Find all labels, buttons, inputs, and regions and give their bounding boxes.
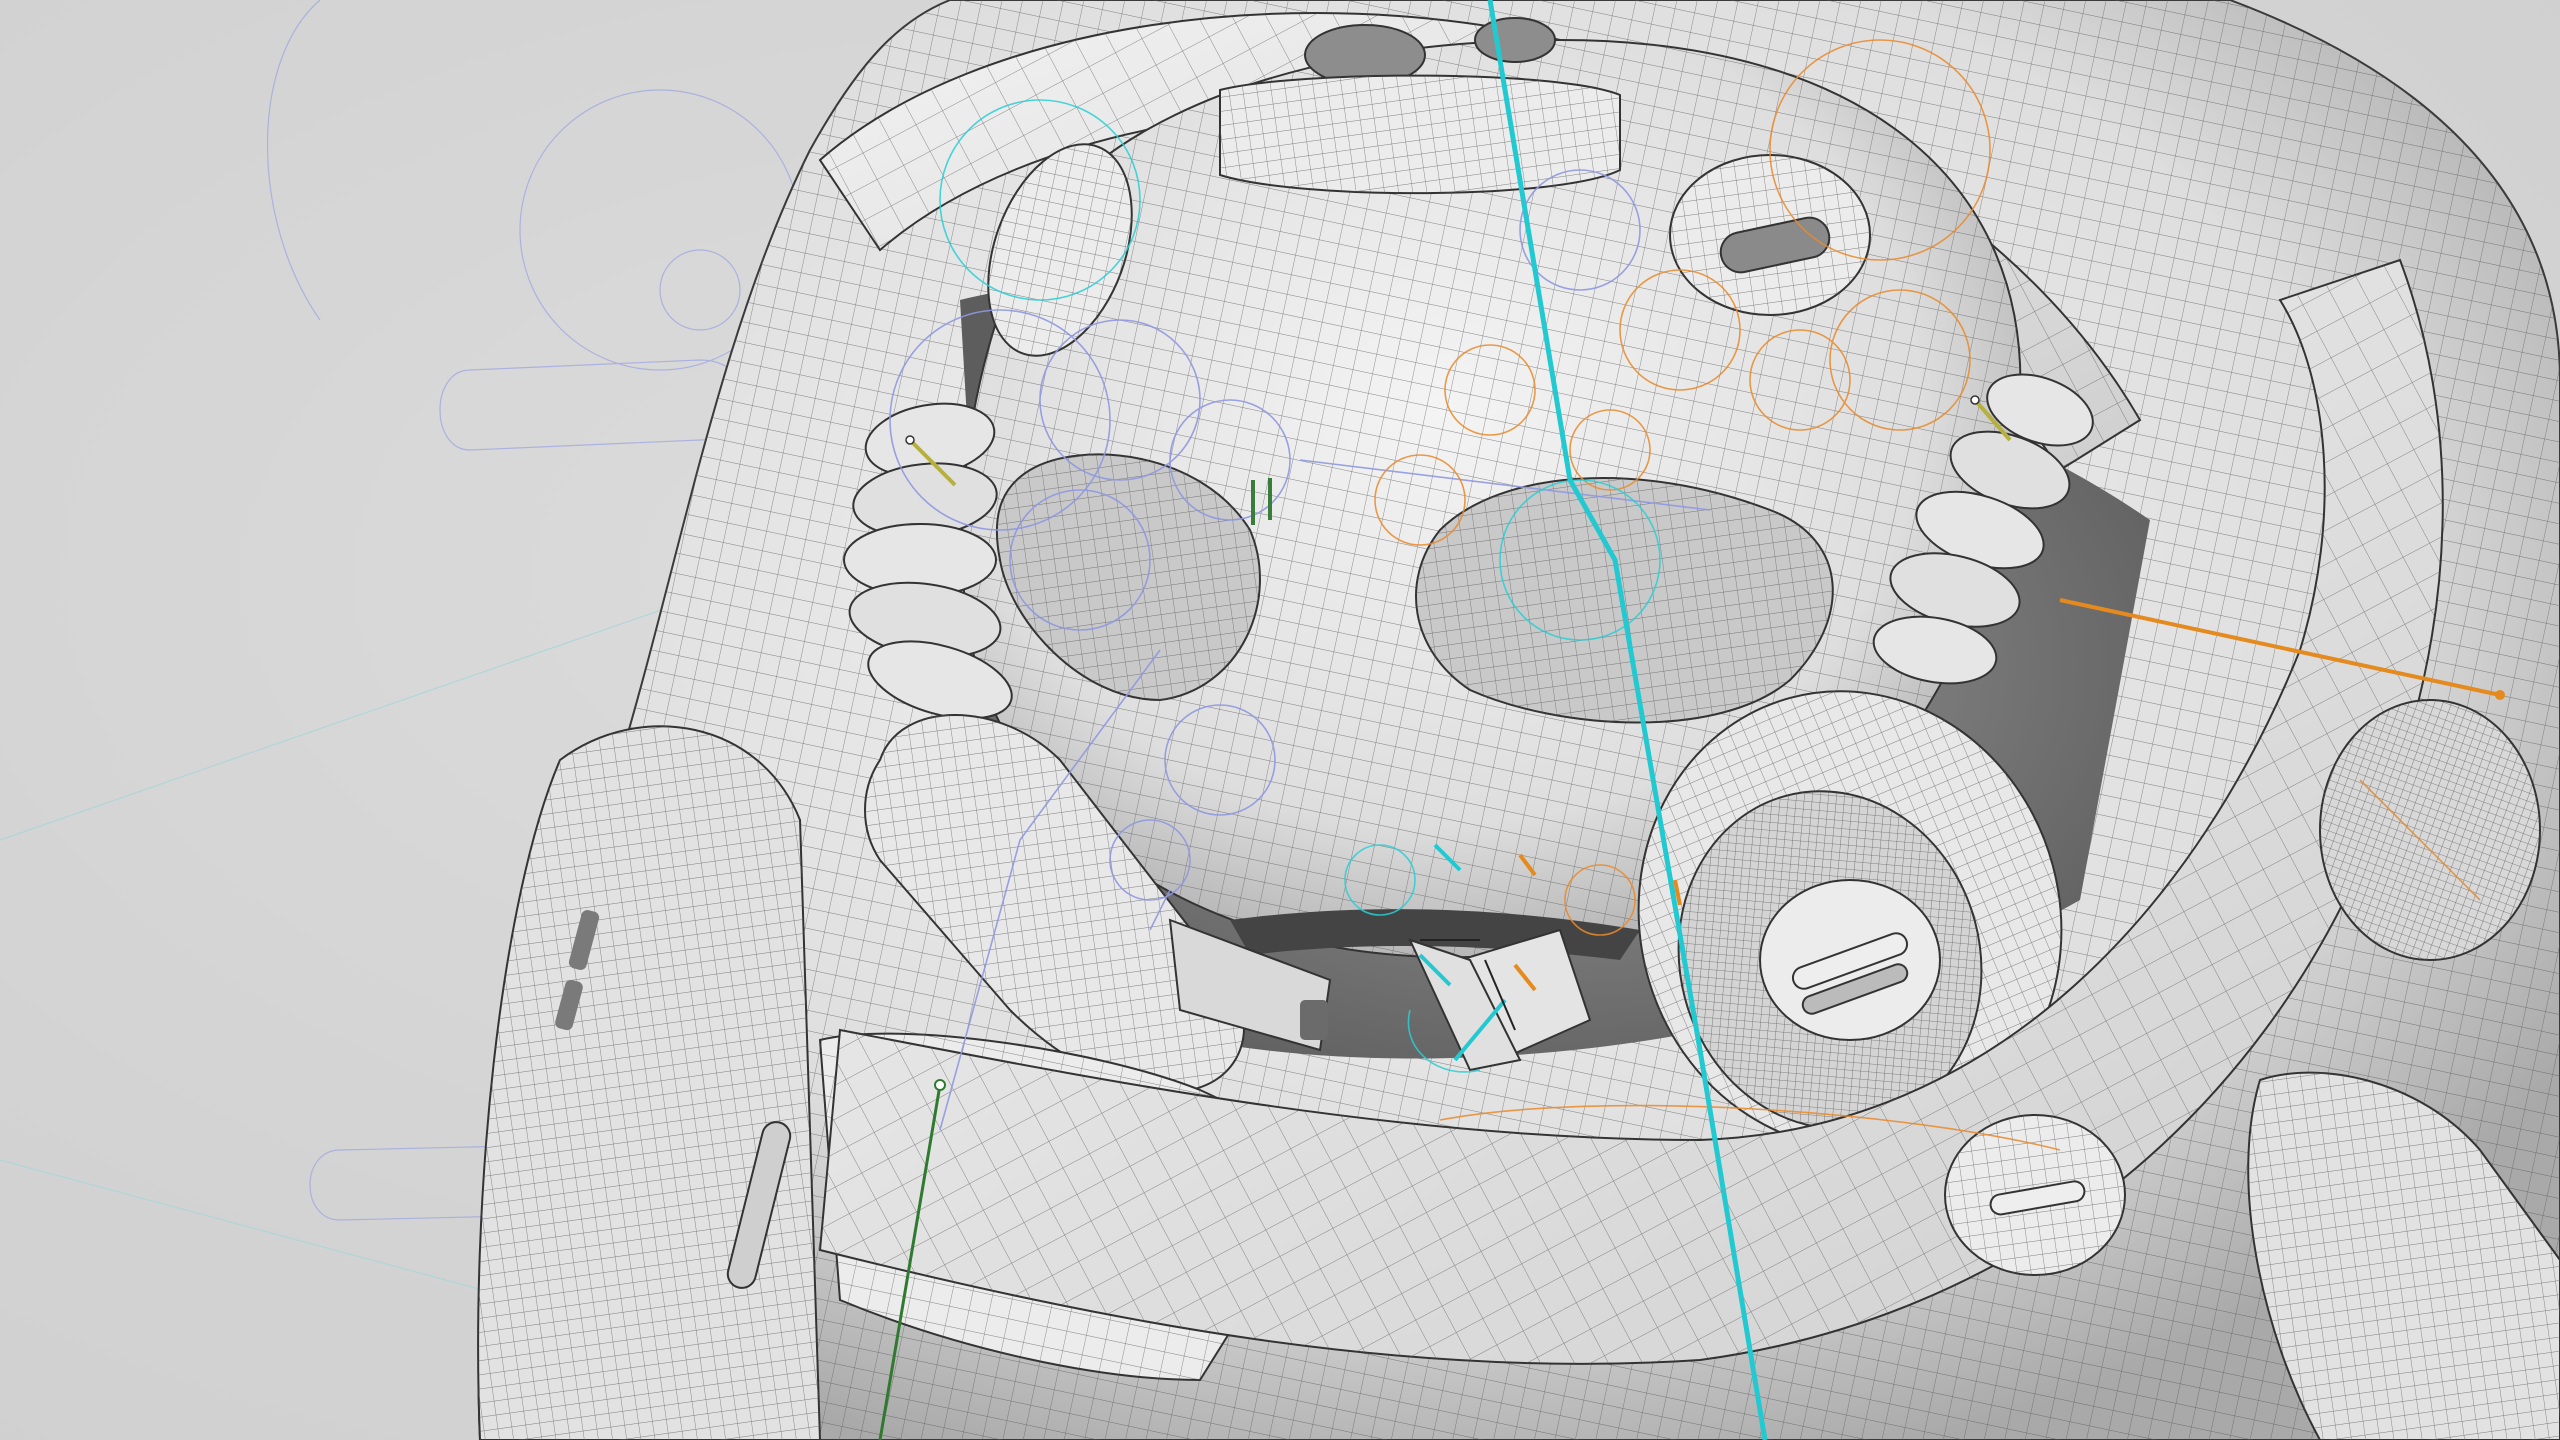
left-armor-pad bbox=[477, 725, 822, 1440]
lower-bolt bbox=[1944, 1114, 2126, 1276]
head-bolt bbox=[1669, 154, 1871, 316]
3d-viewport[interactable] bbox=[0, 0, 2560, 1440]
wireframe-render bbox=[0, 0, 2560, 1440]
